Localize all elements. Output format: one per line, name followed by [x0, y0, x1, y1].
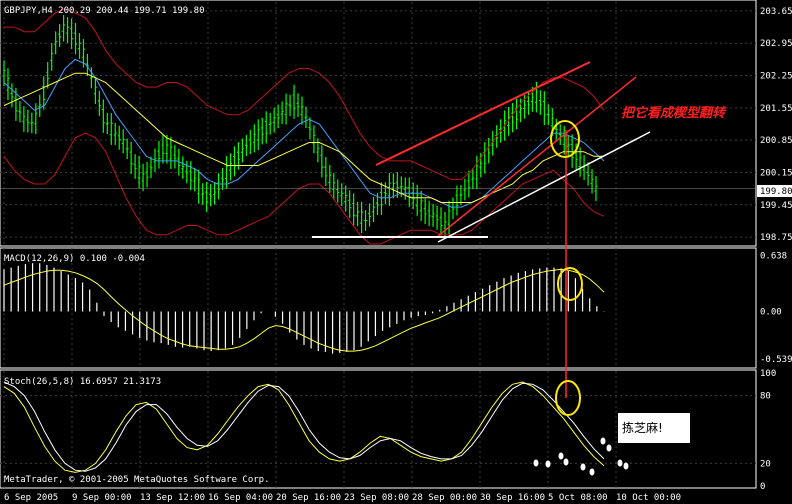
y-tick-label: 201.55 — [760, 104, 792, 114]
y-tick-label: 80 — [760, 392, 771, 402]
y-tick-label: 202.95 — [760, 39, 792, 49]
y-tick-label: 0.638 — [760, 251, 787, 261]
footer-text: MetaTrader, © 2001-2005 MetaQuotes Softw… — [4, 475, 270, 485]
macd-title: MACD(12,26,9) 0.100 -0.004 — [4, 254, 145, 264]
wedge-annotation: 把它看成楔型翻转 — [621, 105, 727, 121]
current-price-label: 199.80 — [760, 187, 792, 197]
x-tick-label: 23 Sep 08:00 — [344, 493, 409, 503]
chart-window: GBPJPY,H4 200.29 200.44 199.71 199.80 MA… — [0, 0, 792, 504]
macd-pane[interactable] — [0, 247, 757, 369]
note-annotation: 拣芝麻! — [622, 420, 663, 435]
x-axis: 6 Sep 2005 9 Sep 00:00 13 Sep 12:00 16 Sep … — [4, 493, 681, 503]
x-tick-label: 13 Sep 12:00 — [140, 493, 205, 503]
y-tick-label: 200.85 — [760, 136, 792, 146]
x-tick-label: 10 Oct 00:00 — [616, 493, 681, 503]
y-tick-label: 199.45 — [760, 201, 792, 211]
x-tick-label: 6 Sep 2005 — [4, 493, 58, 503]
y-tick-label: 100 — [760, 369, 776, 379]
y-tick-label: 198.75 — [760, 233, 792, 243]
y-tick-label: 20 — [760, 459, 771, 469]
x-tick-label: 5 Oct 08:00 — [548, 493, 608, 503]
stoch-title: Stoch(26,5,8) 16.6957 21.3173 — [4, 377, 161, 387]
x-tick-label: 20 Sep 16:00 — [276, 493, 341, 503]
y-tick-label: 203.65 — [760, 7, 792, 17]
main-title: GBPJPY,H4 200.29 200.44 199.71 199.80 — [4, 6, 204, 16]
x-tick-label: 16 Sep 04:00 — [208, 493, 273, 503]
y-tick-label: 0.00 — [760, 308, 782, 318]
y-axis: 203.65 202.95 202.25 201.55 200.85 200.15 199.… — [760, 7, 792, 492]
y-tick-label: 200.15 — [760, 168, 792, 178]
y-tick-label: 0 — [760, 482, 765, 492]
y-tick-label: 202.25 — [760, 72, 792, 82]
x-tick-label: 28 Sep 00:00 — [412, 493, 477, 503]
y-tick-label: -0.539 — [760, 355, 792, 365]
x-tick-label: 30 Sep 16:00 — [480, 493, 545, 503]
x-tick-label: 9 Sep 00:00 — [72, 493, 132, 503]
price-chart[interactable]: GBPJPY,H4 200.29 200.44 199.71 199.80 MA… — [0, 0, 792, 504]
